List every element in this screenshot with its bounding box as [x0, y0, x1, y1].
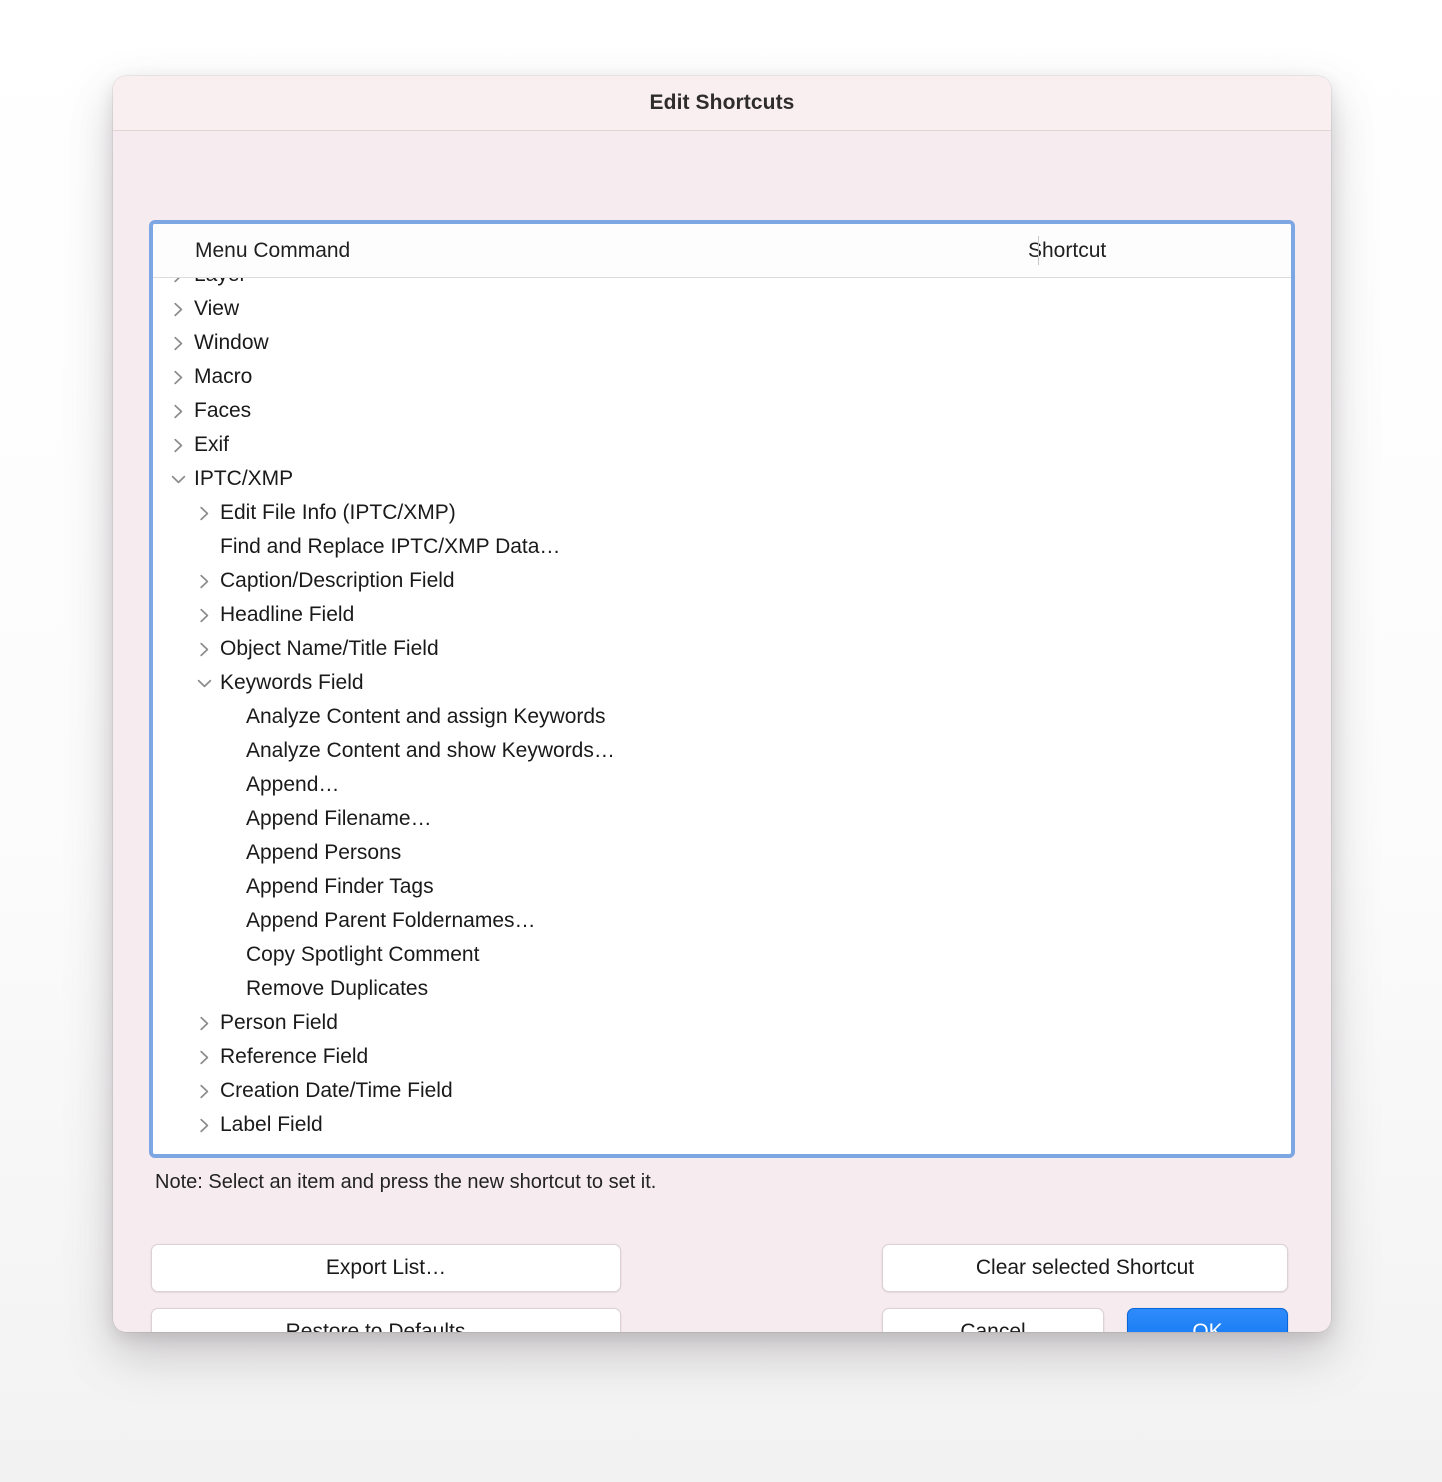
tree-row[interactable]: Append Filename… — [153, 802, 1291, 836]
dialog-titlebar: Edit Shortcuts — [113, 76, 1331, 131]
tree-row[interactable]: Reference Field — [153, 1040, 1291, 1074]
tree-row[interactable]: Edit File Info (IPTC/XMP) — [153, 496, 1291, 530]
chevron-right-icon[interactable] — [167, 302, 189, 317]
shortcuts-tree[interactable]: Layer View Window Macro Faces Exif IPTC/XMP Edi… — [153, 278, 1291, 1154]
tree-row[interactable]: Person Field — [153, 1006, 1291, 1040]
tree-row-label: Creation Date/Time Field — [220, 1079, 453, 1102]
tree-row[interactable]: Analyze Content and assign Keywords — [153, 700, 1291, 734]
tree-row-label: Copy Spotlight Comment — [246, 943, 480, 966]
tree-row[interactable]: Remove Duplicates — [153, 972, 1291, 1006]
dialog-body: Menu Command Shortcut Layer View Window Mac… — [113, 131, 1331, 1332]
tree-row[interactable]: Window — [153, 326, 1291, 360]
tree-row-label: Edit File Info (IPTC/XMP) — [220, 501, 456, 524]
tree-row[interactable]: Label Field — [153, 1108, 1291, 1142]
tree-row-label: Analyze Content and show Keywords… — [246, 739, 615, 762]
tree-scroller: Layer View Window Macro Faces Exif IPTC/XMP Edi… — [153, 278, 1291, 1142]
chevron-right-icon[interactable] — [167, 370, 189, 385]
tree-row-label: Remove Duplicates — [246, 977, 429, 1000]
screen: Edit Shortcuts Menu Command Shortcut Lay… — [0, 0, 1442, 1482]
tree-row-label: View — [194, 297, 240, 320]
tree-row[interactable]: Object Name/Title Field — [153, 632, 1291, 666]
chevron-right-icon[interactable] — [193, 642, 215, 657]
tree-row[interactable]: Layer — [153, 278, 1291, 292]
tree-row[interactable]: Copy Spotlight Comment — [153, 938, 1291, 972]
chevron-right-icon[interactable] — [193, 574, 215, 589]
tree-row-label: Object Name/Title Field — [220, 637, 439, 660]
chevron-right-icon[interactable] — [167, 336, 189, 351]
tree-row-label: Exif — [194, 433, 230, 456]
tree-row-label: Analyze Content and assign Keywords — [246, 705, 606, 728]
cancel-button[interactable]: Cancel — [882, 1308, 1104, 1332]
tree-row[interactable]: Append Persons — [153, 836, 1291, 870]
restore-to-defaults-button[interactable]: Restore to Defaults… — [151, 1308, 621, 1332]
tree-row[interactable]: Creation Date/Time Field — [153, 1074, 1291, 1108]
column-header-menu-command[interactable]: Menu Command — [153, 239, 1008, 263]
chevron-right-icon[interactable] — [193, 1050, 215, 1065]
tree-row-label: Append Persons — [246, 841, 402, 864]
tree-row-label: Macro — [194, 365, 253, 388]
chevron-right-icon[interactable] — [193, 608, 215, 623]
ok-button[interactable]: OK — [1127, 1308, 1288, 1332]
tree-row-label: Person Field — [220, 1011, 338, 1034]
column-divider — [1038, 236, 1039, 265]
tree-row-label: Append Finder Tags — [246, 875, 434, 898]
tree-row-label: IPTC/XMP — [194, 467, 294, 490]
column-header-shortcut[interactable]: Shortcut — [1008, 239, 1106, 263]
tree-row-label: Find and Replace IPTC/XMP Data… — [220, 535, 561, 558]
table-header: Menu Command Shortcut — [153, 224, 1291, 278]
chevron-down-icon[interactable] — [193, 678, 215, 689]
tree-row[interactable]: IPTC/XMP — [153, 462, 1291, 496]
chevron-right-icon[interactable] — [193, 1118, 215, 1133]
tree-row-label: Label Field — [220, 1113, 323, 1136]
tree-row[interactable]: Caption/Description Field — [153, 564, 1291, 598]
dialog-title: Edit Shortcuts — [649, 91, 795, 114]
tree-row-label: Reference Field — [220, 1045, 369, 1068]
tree-row-label: Caption/Description Field — [220, 569, 455, 592]
edit-shortcuts-dialog: Edit Shortcuts Menu Command Shortcut Lay… — [113, 76, 1331, 1332]
tree-row[interactable]: Macro — [153, 360, 1291, 394]
tree-row[interactable]: Find and Replace IPTC/XMP Data… — [153, 530, 1291, 564]
export-list-button[interactable]: Export List… — [151, 1244, 621, 1292]
clear-selected-shortcut-button[interactable]: Clear selected Shortcut — [882, 1244, 1288, 1292]
tree-row[interactable]: Faces — [153, 394, 1291, 428]
chevron-right-icon[interactable] — [167, 278, 189, 283]
tree-row-label: Faces — [194, 399, 252, 422]
chevron-right-icon[interactable] — [167, 404, 189, 419]
tree-row[interactable]: Append Parent Foldernames… — [153, 904, 1291, 938]
tree-row[interactable]: Append… — [153, 768, 1291, 802]
shortcuts-list-focus-ring: Menu Command Shortcut Layer View Window Mac… — [149, 220, 1295, 1158]
tree-row[interactable]: Append Finder Tags — [153, 870, 1291, 904]
tree-row-label: Headline Field — [220, 603, 355, 626]
tree-row[interactable]: Keywords Field — [153, 666, 1291, 700]
chevron-right-icon[interactable] — [193, 1084, 215, 1099]
tree-row-label: Layer — [189, 278, 247, 287]
hint-note: Note: Select an item and press the new s… — [155, 1171, 657, 1193]
chevron-right-icon[interactable] — [193, 1016, 215, 1031]
chevron-right-icon[interactable] — [167, 438, 189, 453]
tree-row-label: Window — [194, 331, 269, 354]
tree-row[interactable]: View — [153, 292, 1291, 326]
tree-row-label: Append Filename… — [246, 807, 432, 830]
tree-row[interactable]: Headline Field — [153, 598, 1291, 632]
chevron-down-icon[interactable] — [167, 474, 189, 485]
tree-row-label: Keywords Field — [220, 671, 364, 694]
chevron-right-icon[interactable] — [193, 506, 215, 521]
tree-row[interactable]: Exif — [153, 428, 1291, 462]
tree-row-label: Append Parent Foldernames… — [246, 909, 536, 932]
tree-row[interactable]: Analyze Content and show Keywords… — [153, 734, 1291, 768]
tree-row-label: Append… — [246, 773, 340, 796]
